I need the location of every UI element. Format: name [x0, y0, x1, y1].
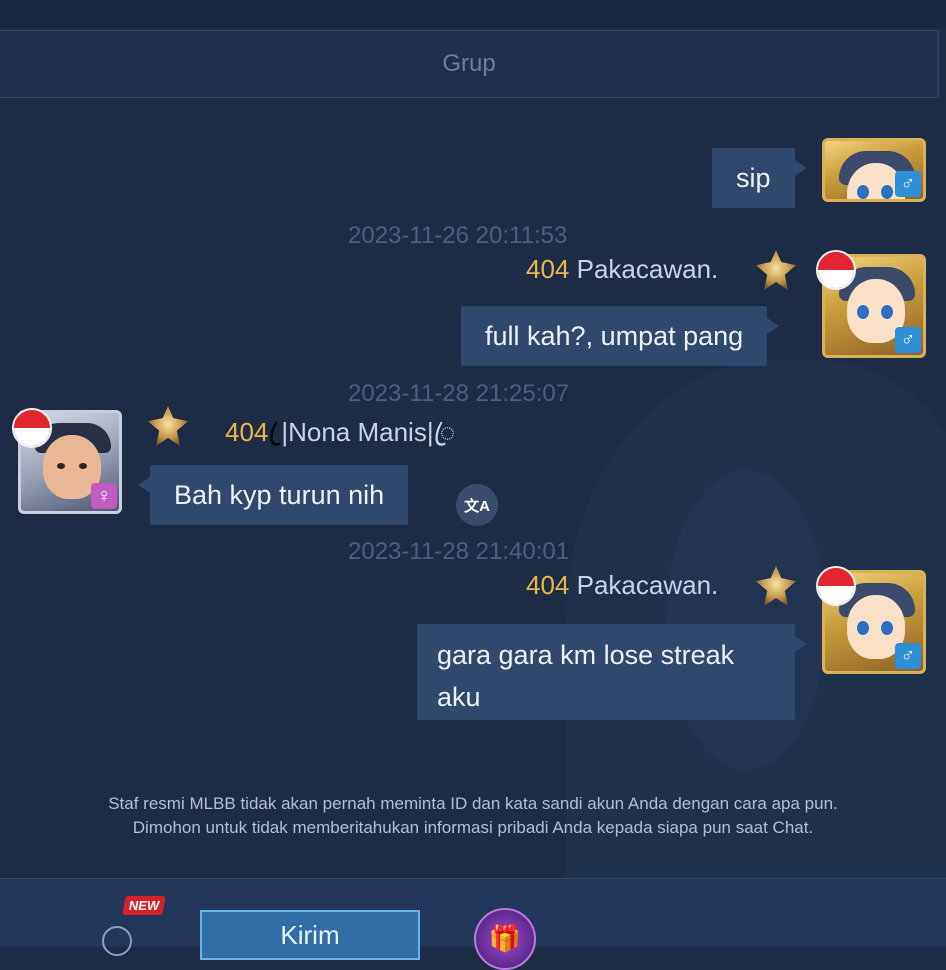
message-bubble[interactable]: sip	[712, 148, 806, 208]
sender-nickname: ꦿ|Nona Manis|ꦿ	[281, 417, 456, 447]
timestamp: 2023-11-28 21:25:07	[348, 380, 570, 407]
rank-badge-icon	[148, 406, 188, 446]
emoji-icon[interactable]	[102, 926, 132, 956]
message-text: gara gara km lose streak	[437, 640, 735, 670]
avatar[interactable]: ♂	[822, 138, 926, 202]
message-bubble[interactable]: full kah?, umpat pang	[461, 306, 780, 366]
tab-grup[interactable]: Grup	[0, 30, 939, 98]
male-icon: ♂	[895, 643, 921, 669]
message-bubble[interactable]: Bah kyp turun nih	[137, 465, 409, 525]
sender-nickname: Pakacawan.	[576, 570, 719, 600]
avatar-eye	[857, 305, 869, 319]
translate-icon[interactable]: 文A	[456, 484, 498, 526]
timestamp: 2023-11-26 20:11:53	[348, 222, 568, 249]
indonesia-flag-icon	[12, 408, 52, 448]
sender-name[interactable]: 404 ꦿ|Nona Manis|ꦿ	[225, 412, 455, 465]
indonesia-flag-icon	[816, 566, 856, 606]
gift-icon[interactable]: 🎁	[474, 908, 536, 970]
timestamp: 2023-11-28 21:40:01	[348, 538, 570, 565]
sender-nickname: Pakacawan.	[576, 254, 719, 284]
notice-line: Staf resmi MLBB tidak akan pernah memint…	[108, 794, 838, 813]
send-button[interactable]: Kirim	[200, 910, 420, 960]
avatar-eye	[79, 463, 87, 469]
sender-level: 404	[526, 254, 570, 284]
message-text: Bah kyp turun nih	[174, 480, 385, 510]
safety-notice: Staf resmi MLBB tidak akan pernah memint…	[0, 792, 946, 840]
male-icon: ♂	[895, 171, 921, 197]
message-bubble[interactable]: gara gara km lose streak aku	[417, 624, 807, 720]
avatar-eye	[857, 621, 869, 635]
message-text: aku	[437, 682, 481, 712]
avatar-eye	[881, 305, 893, 319]
notice-line: Dimohon untuk tidak memberitahukan infor…	[132, 818, 814, 837]
indonesia-flag-icon	[816, 250, 856, 290]
rank-badge-icon	[756, 250, 796, 290]
tab-label: Grup	[442, 50, 496, 77]
sender-name[interactable]: 404 Pakacawan.	[526, 570, 718, 601]
avatar-eye	[857, 185, 869, 199]
sender-level: 404	[526, 570, 570, 600]
sender-level: 404	[225, 417, 269, 447]
message-text: sip	[736, 163, 771, 193]
top-strip	[0, 0, 946, 28]
background-decoration-shape	[666, 470, 826, 770]
new-badge: NEW	[122, 896, 167, 915]
female-icon: ♀	[91, 483, 117, 509]
avatar-eye	[57, 463, 65, 469]
sender-name[interactable]: 404 Pakacawan.	[526, 254, 718, 285]
avatar-eye	[881, 185, 893, 199]
message-text: full kah?, umpat pang	[485, 321, 744, 351]
male-icon: ♂	[895, 327, 921, 353]
avatar-eye	[881, 621, 893, 635]
